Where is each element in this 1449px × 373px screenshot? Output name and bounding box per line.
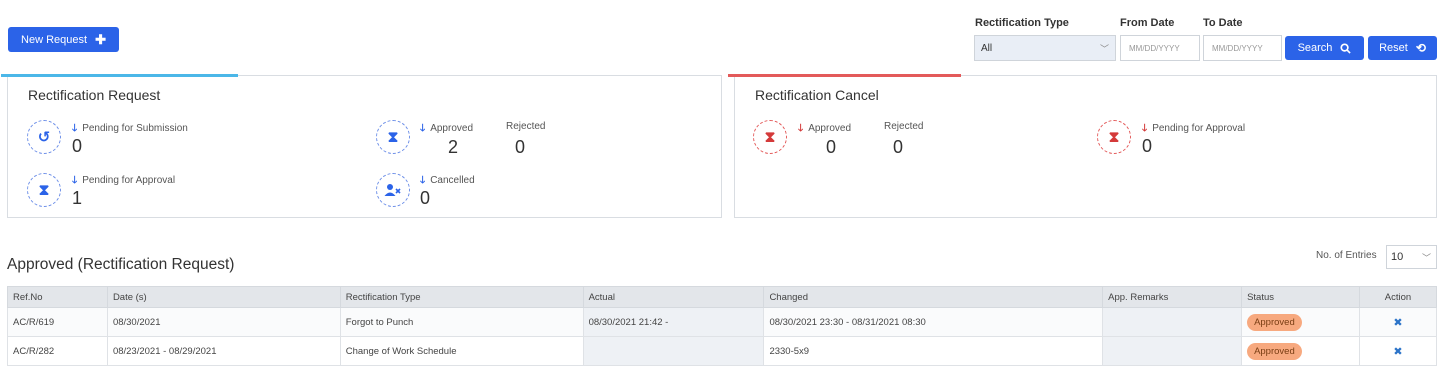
- reset-button[interactable]: Reset ⟲: [1368, 36, 1437, 60]
- cancel-rejected-label: Rejected: [884, 121, 924, 132]
- approved-requests-table: Ref.No Date (s) Rectification Type Actua…: [7, 286, 1437, 366]
- to-date-label: To Date: [1203, 17, 1243, 29]
- cancelled-value[interactable]: 0: [420, 188, 430, 209]
- reset-icon: ⟲: [1415, 41, 1426, 55]
- card-accent-line: [1, 74, 238, 77]
- cancel-pending-approval-value[interactable]: 0: [1142, 136, 1152, 157]
- pending-approval-value[interactable]: 1: [72, 188, 82, 209]
- remarks-cell: [1102, 336, 1243, 366]
- status-cell: Approved: [1241, 307, 1360, 337]
- rectification-type-value: All: [981, 42, 993, 54]
- column-header[interactable]: App. Remarks: [1102, 286, 1243, 308]
- section-title: Approved (Rectification Request): [7, 256, 235, 273]
- cancel-approved-label: 🡓 Approved: [798, 123, 852, 134]
- arrow-down-icon: 🡓: [420, 175, 426, 186]
- ref-cell: AC/R/282: [7, 336, 108, 366]
- action-cell: ✖: [1359, 307, 1437, 337]
- from-date-label: From Date: [1120, 17, 1175, 29]
- close-icon[interactable]: ✖: [1365, 345, 1436, 358]
- cancel-approved-value[interactable]: 0: [826, 137, 836, 158]
- hourglass-icon: ⧗: [1097, 120, 1131, 154]
- column-header[interactable]: Rectification Type: [339, 286, 584, 308]
- entries-label: No. of Entries: [1316, 250, 1377, 261]
- cancel-rejected-value[interactable]: 0: [893, 137, 903, 158]
- card-title: Rectification Request: [28, 87, 161, 103]
- arrow-down-icon: 🡓: [72, 175, 78, 186]
- approved-label: 🡓 Approved: [420, 123, 474, 134]
- user-cancel-icon: [376, 173, 410, 207]
- from-date-input[interactable]: MM/DD/YYYY: [1120, 35, 1200, 61]
- approved-value[interactable]: 2: [448, 137, 458, 158]
- history-icon: ↺: [27, 120, 61, 154]
- search-button[interactable]: Search: [1285, 36, 1364, 60]
- column-header: Action: [1359, 286, 1437, 308]
- type-cell: Forgot to Punch: [339, 307, 584, 337]
- table-header-row: Ref.No Date (s) Rectification Type Actua…: [7, 286, 1437, 308]
- search-icon: [1340, 42, 1352, 54]
- chevron-down-icon: ﹀: [1099, 44, 1109, 54]
- ref-cell: AC/R/619: [7, 307, 108, 337]
- search-label: Search: [1297, 42, 1333, 54]
- type-cell: Change of Work Schedule: [339, 336, 584, 366]
- rejected-value[interactable]: 0: [515, 137, 525, 158]
- column-header[interactable]: Date (s): [106, 286, 341, 308]
- new-request-label: New Request: [21, 33, 88, 46]
- rectification-type-select[interactable]: All ﹀: [974, 35, 1116, 61]
- card-title: Rectification Cancel: [755, 87, 879, 103]
- plus-icon: ✚: [95, 31, 106, 47]
- column-header[interactable]: Ref.No: [7, 286, 108, 308]
- dates-cell: 08/23/2021 - 08/29/2021: [106, 336, 341, 366]
- actual-cell: 08/30/2021 21:42 -: [582, 307, 765, 337]
- pending-submission-label: 🡓 Pending for Submission: [72, 123, 188, 134]
- card-accent-line: [728, 74, 961, 77]
- status-badge: Approved: [1247, 313, 1302, 331]
- to-date-placeholder: MM/DD/YYYY: [1212, 43, 1263, 53]
- column-header[interactable]: Status: [1241, 286, 1360, 308]
- hourglass-icon: ⧗: [376, 120, 410, 154]
- reset-label: Reset: [1379, 42, 1408, 54]
- column-header[interactable]: Actual: [582, 286, 765, 308]
- status-badge: Approved: [1247, 342, 1302, 360]
- cancel-pending-approval-label: 🡓 Pending for Approval: [1142, 123, 1246, 134]
- column-header[interactable]: Changed: [763, 286, 1104, 308]
- table-row: AC/R/282 08/23/2021 - 08/29/2021 Change …: [7, 336, 1437, 366]
- hourglass-icon: ⧗: [753, 120, 787, 154]
- dates-cell: 08/30/2021: [106, 307, 341, 337]
- rectification-type-label: Rectification Type: [975, 17, 1069, 29]
- to-date-input[interactable]: MM/DD/YYYY: [1203, 35, 1282, 61]
- chevron-down-icon: ﹀: [1421, 253, 1431, 263]
- pending-submission-value[interactable]: 0: [72, 136, 82, 157]
- arrow-down-icon: 🡓: [420, 123, 426, 134]
- rectification-cancel-card: Rectification Cancel ⧗ 🡓 Approved 0 Rejec…: [728, 74, 1437, 218]
- action-cell: ✖: [1359, 336, 1437, 366]
- hourglass-icon: ⧗: [27, 173, 61, 207]
- rectification-request-card: Rectification Request ↺ 🡓 Pending for Sub…: [1, 74, 722, 218]
- new-request-button[interactable]: New Request ✚: [8, 27, 119, 52]
- arrow-down-icon: 🡓: [798, 123, 804, 134]
- from-date-placeholder: MM/DD/YYYY: [1129, 43, 1180, 53]
- arrow-down-icon: 🡓: [72, 123, 78, 134]
- entries-select[interactable]: 10 ﹀: [1386, 245, 1437, 269]
- actual-cell: [582, 336, 765, 366]
- remarks-cell: [1102, 307, 1243, 337]
- pending-approval-label: 🡓 Pending for Approval: [72, 175, 176, 186]
- user-x-icon: [384, 184, 401, 196]
- changed-cell: 08/30/2021 23:30 - 08/31/2021 08:30: [763, 307, 1104, 337]
- entries-value: 10: [1391, 251, 1404, 263]
- rejected-label: Rejected: [506, 121, 546, 132]
- changed-cell: 2330-5x9: [763, 336, 1104, 366]
- arrow-down-icon: 🡓: [1142, 123, 1148, 134]
- table-row: AC/R/619 08/30/2021 Forgot to Punch 08/3…: [7, 307, 1437, 337]
- close-icon[interactable]: ✖: [1365, 316, 1436, 329]
- status-cell: Approved: [1241, 336, 1360, 366]
